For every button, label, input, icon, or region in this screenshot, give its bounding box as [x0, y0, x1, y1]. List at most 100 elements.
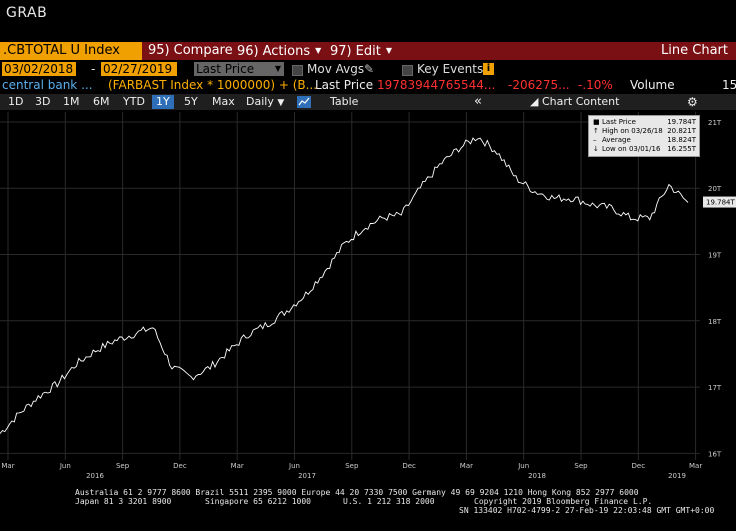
- window-title: GRAB: [6, 5, 48, 21]
- y-axis: 21T 20T 19T 18T 17T 16T: [708, 119, 722, 458]
- x-tick-label: Jun: [59, 462, 71, 470]
- x-year-label: 2016: [86, 472, 104, 480]
- edit-menu[interactable]: 97) Edit ▼: [330, 42, 392, 60]
- collapse-chevron-icon[interactable]: «: [470, 94, 486, 110]
- chevron-down-icon: ▼: [385, 46, 392, 55]
- range-6m-button[interactable]: 6M: [89, 94, 114, 110]
- legend-value-low: 16.255T: [667, 145, 696, 153]
- y-tick-label: 19T: [708, 252, 722, 260]
- chevron-down-icon: ▼: [277, 98, 285, 108]
- start-date-input[interactable]: 03/02/2018: [2, 62, 76, 76]
- range-3d-button[interactable]: 3D: [31, 94, 54, 110]
- x-axis: Mar Jun Sep Dec Mar Jun Sep Dec Mar Jun Sep Dec Mar2…: [1, 462, 702, 480]
- y-tick-label: 17T: [708, 384, 722, 392]
- actions-menu[interactable]: 96) Actions ▼: [237, 42, 321, 60]
- compare-menu[interactable]: 95) Compare: [148, 42, 233, 60]
- legend-label-average: Average: [602, 136, 631, 144]
- range-ytd-button[interactable]: YTD: [119, 94, 149, 110]
- x-tick-label: Dec: [173, 462, 187, 470]
- y-tick-label: 21T: [708, 119, 722, 127]
- edit-menu-label: Edit: [355, 44, 381, 59]
- x-tick-label: Dec: [632, 462, 646, 470]
- security-name: central bank ...: [2, 78, 93, 92]
- x-tick-label: Jun: [288, 462, 300, 470]
- last-value-marker: 19.784T: [703, 196, 736, 208]
- footer-copyright: Copyright 2019 Bloomberg Finance L.P.: [474, 497, 653, 506]
- y-tick-label: 20T: [708, 185, 722, 193]
- actions-menu-number: 96): [237, 44, 259, 59]
- ticker-field[interactable]: .CBTOTAL U Index: [0, 42, 142, 60]
- security-formula: (FARBAST Index * 1000000) + (B...: [108, 78, 318, 92]
- range-1d-button[interactable]: 1D: [4, 94, 27, 110]
- legend-label-last: Last Price: [602, 118, 636, 126]
- chart-content-glyph-icon: ◢: [530, 95, 539, 108]
- net-change: -206275...: [508, 78, 570, 92]
- legend-up-arrow-icon: ↑: [593, 127, 599, 135]
- y-tick-label: 18T: [708, 318, 722, 326]
- date-controls: 03/02/2018 - 02/27/2019 Last Price ▼ Mov …: [0, 62, 736, 76]
- chart-legend[interactable]: ■ Last Price 19.784T ↑ High on 03/26/18 …: [588, 115, 700, 157]
- x-tick-label: Sep: [574, 462, 588, 470]
- gear-icon[interactable]: ⚙: [683, 94, 702, 110]
- x-year-label: 2019: [668, 472, 686, 480]
- chart-type-label[interactable]: Line Chart: [661, 42, 728, 60]
- x-tick-label: Jun: [517, 462, 529, 470]
- field-select-value: Last Price: [196, 62, 255, 76]
- x-tick-label: Sep: [345, 462, 359, 470]
- range-max-button[interactable]: Max: [208, 94, 239, 110]
- chart-content-button[interactable]: ◢ Chart Content: [526, 94, 623, 110]
- legend-value-last: 19.784T: [667, 118, 696, 126]
- field-select[interactable]: Last Price ▼: [194, 62, 284, 76]
- range-5y-button[interactable]: 5Y: [180, 94, 202, 110]
- x-tick-label: Dec: [402, 462, 416, 470]
- line-chart: Mar Jun Sep Dec Mar Jun Sep Dec Mar Jun Sep Dec Mar2…: [0, 112, 736, 480]
- last-price-label: Last Price: [315, 78, 374, 92]
- legend-down-arrow-icon: ↓: [593, 145, 599, 153]
- range-1m-button[interactable]: 1M: [59, 94, 84, 110]
- last-price-value: 19783944765544...: [377, 78, 496, 92]
- last-value-label: 19.784T: [706, 199, 735, 207]
- x-tick-label: Mar: [1, 462, 14, 470]
- chevron-down-icon: ▼: [274, 64, 281, 73]
- footer-contacts-singapore: Singapore 65 6212 1000: [205, 497, 311, 506]
- footer-contacts-line1: Australia 61 2 9777 8600 Brazil 5511 239…: [75, 488, 639, 497]
- chart-grid: [0, 112, 700, 460]
- mov-avgs-checkbox[interactable]: [292, 65, 303, 76]
- chart-toolbar: 1D 3D 1M 6M YTD 1Y 5Y Max Daily ▼ Table …: [0, 94, 736, 110]
- legend-square-icon: ■: [593, 118, 600, 126]
- mov-avgs-label[interactable]: Mov Avgs: [307, 62, 364, 76]
- y-tick-label: 16T: [708, 450, 722, 458]
- frequency-value: Daily: [246, 95, 274, 108]
- x-tick-label: Mar: [231, 462, 244, 470]
- key-events-label[interactable]: Key Events: [417, 62, 483, 76]
- end-date-input[interactable]: 02/27/2019: [101, 62, 177, 76]
- table-button[interactable]: Table: [326, 94, 362, 110]
- date-range-dash: -: [91, 62, 96, 76]
- legend-dash-icon: –: [593, 136, 597, 144]
- range-1y-button[interactable]: 1Y: [152, 95, 174, 109]
- compare-menu-label: Compare: [173, 43, 233, 58]
- footer-session-info: SN 133402 H702-4799-2 27-Feb-19 22:03:48…: [459, 506, 715, 515]
- volume-label: Volume: [630, 78, 675, 92]
- x-tick-label: Mar: [689, 462, 702, 470]
- x-year-label: 2018: [528, 472, 546, 480]
- volume-value: 15: [722, 78, 736, 92]
- series-line: [0, 137, 689, 434]
- frequency-select[interactable]: Daily ▼: [242, 94, 288, 111]
- key-events-checkbox[interactable]: [402, 65, 413, 76]
- x-year-label: 2017: [298, 472, 316, 480]
- compare-menu-number: 95): [148, 43, 170, 58]
- line-chart-icon[interactable]: [297, 96, 311, 108]
- footer-contacts-japan: Japan 81 3 3201 8900: [75, 497, 172, 506]
- pencil-icon[interactable]: ✎: [364, 62, 374, 76]
- legend-value-high: 20.821T: [667, 127, 696, 135]
- x-tick-label: Sep: [116, 462, 130, 470]
- chart-content-label: Chart Content: [541, 95, 620, 108]
- footer-contacts-us: U.S. 1 212 318 2000: [343, 497, 435, 506]
- x-tick-label: Mar: [460, 462, 473, 470]
- footer: Australia 61 2 9777 8600 Brazil 5511 239…: [0, 487, 736, 531]
- title-bar: .CBTOTAL U Index 95) Compare 96) Actions ▼ …: [0, 42, 736, 60]
- info-icon[interactable]: i: [483, 63, 494, 75]
- legend-label-low: Low on 03/01/16: [602, 145, 661, 153]
- actions-menu-label: Actions: [262, 44, 311, 59]
